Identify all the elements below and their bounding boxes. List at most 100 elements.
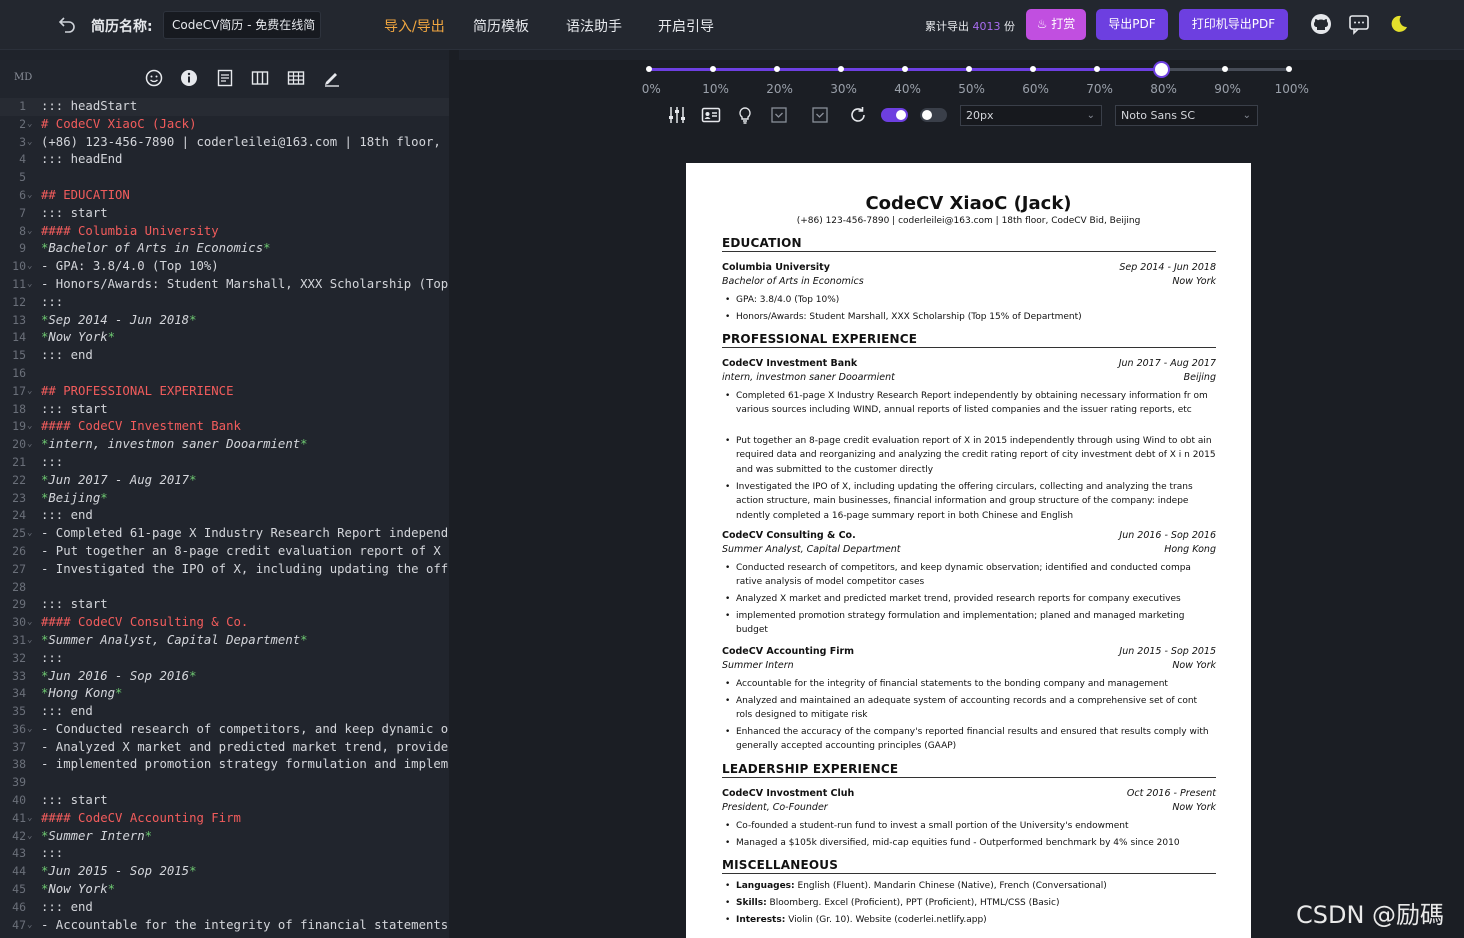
zoom-tick[interactable] bbox=[838, 66, 844, 72]
fold-chevron-icon[interactable]: ⌄ bbox=[27, 810, 32, 828]
code-line[interactable]: 40::: start bbox=[0, 792, 449, 810]
code-line[interactable]: 42 ⌄ *Summer Intern* bbox=[0, 828, 449, 846]
code-line[interactable]: 41 ⌄ #### CodeCV Accounting Firm bbox=[0, 810, 449, 828]
nav-import-export[interactable]: 导入/导出 bbox=[384, 16, 445, 36]
fold-chevron-icon[interactable]: ⌄ bbox=[27, 721, 32, 739]
code-line[interactable]: 15::: end bbox=[0, 347, 449, 365]
code-line[interactable]: 28 bbox=[0, 579, 449, 597]
code-line[interactable]: 47 ⌄ - Accountable for the integrity of fi… bbox=[0, 917, 449, 935]
columns-icon[interactable] bbox=[251, 69, 269, 87]
theme-toggle-on[interactable] bbox=[881, 108, 908, 122]
fold-chevron-icon[interactable]: ⌄ bbox=[27, 828, 32, 846]
export-pdf-button[interactable]: 导出PDF bbox=[1096, 9, 1168, 40]
fold-chevron-icon[interactable]: ⌄ bbox=[27, 187, 32, 205]
back-icon[interactable] bbox=[56, 14, 78, 36]
fold-chevron-icon[interactable]: ⌄ bbox=[27, 134, 32, 152]
fold-chevron-icon[interactable]: ⌄ bbox=[27, 917, 32, 935]
code-line[interactable]: 31 ⌄ *Summer Analyst, Capital Department* bbox=[0, 632, 449, 650]
code-line[interactable]: 3 ⌄ (+86) 123-456-7890 | coderleilei@163.c… bbox=[0, 134, 449, 152]
code-area[interactable]: 1::: headStart 2 ⌄ # CodeCV XiaoC (Jack) 3 ⌄(… bbox=[0, 98, 449, 934]
code-line[interactable]: 8 ⌄ #### Columbia University bbox=[0, 223, 449, 241]
zoom-tick[interactable] bbox=[966, 66, 972, 72]
markdown-editor[interactable]: MD 1::: headStart 2 ⌄ # CodeCV XiaoC (Jack)… bbox=[0, 60, 449, 938]
code-line[interactable]: 45 *Now York* bbox=[0, 881, 449, 899]
code-line[interactable]: 18::: start bbox=[0, 401, 449, 419]
nav-templates[interactable]: 简历模板 bbox=[473, 16, 529, 36]
theme-toggle-off[interactable] bbox=[920, 108, 947, 122]
code-line[interactable]: 32::: bbox=[0, 650, 449, 668]
code-line[interactable]: 23 *Beijing* bbox=[0, 490, 449, 508]
reward-button[interactable]: ♨ 打赏 bbox=[1026, 9, 1086, 40]
code-line[interactable]: 4::: headEnd bbox=[0, 151, 449, 169]
code-line[interactable]: 34 *Hong Kong* bbox=[0, 685, 449, 703]
nav-grammar-helper[interactable]: 语法助手 bbox=[566, 16, 622, 36]
code-line[interactable]: 7::: start bbox=[0, 205, 449, 223]
fold-chevron-icon[interactable]: ⌄ bbox=[27, 116, 32, 134]
code-line[interactable]: 5 bbox=[0, 169, 449, 187]
code-line[interactable]: 24::: end bbox=[0, 507, 449, 525]
code-line[interactable]: 38 - implemented promotion strategy formu… bbox=[0, 756, 449, 774]
id-card-icon[interactable] bbox=[701, 105, 721, 125]
code-line[interactable]: 36 ⌄ - Conducted research of competitors, … bbox=[0, 721, 449, 739]
pane-divider[interactable] bbox=[449, 50, 459, 938]
zoom-tick[interactable] bbox=[1286, 66, 1292, 72]
code-line[interactable]: 22 *Jun 2017 - Aug 2017* bbox=[0, 472, 449, 490]
document-icon[interactable] bbox=[216, 69, 234, 87]
bulb-icon[interactable] bbox=[735, 105, 755, 125]
code-line[interactable]: 9 *Bachelor of Arts in Economics* bbox=[0, 240, 449, 258]
code-line[interactable]: 37 - Analyzed X market and predicted mark… bbox=[0, 739, 449, 757]
code-line[interactable]: 25 ⌄ - Completed 61-page X Industry Resear… bbox=[0, 525, 449, 543]
code-line[interactable]: 30 ⌄ #### CodeCV Consulting & Co. bbox=[0, 614, 449, 632]
fold-chevron-icon[interactable]: ⌄ bbox=[27, 436, 32, 454]
fold-chevron-icon[interactable]: ⌄ bbox=[27, 258, 32, 276]
font-size-select[interactable]: 20px ⌄ bbox=[960, 105, 1102, 126]
code-line[interactable]: 14 *Now York* bbox=[0, 329, 449, 347]
fold-chevron-icon[interactable]: ⌄ bbox=[27, 383, 32, 401]
code-line[interactable]: 10 ⌄ - GPA: 3.8/4.0 (Top 10%) bbox=[0, 258, 449, 276]
zoom-tick[interactable] bbox=[646, 66, 652, 72]
nav-guide[interactable]: 开启引导 bbox=[658, 16, 714, 36]
zoom-tick[interactable] bbox=[710, 66, 716, 72]
emoji-icon[interactable] bbox=[145, 69, 163, 87]
code-line[interactable]: 6 ⌄ ## EDUCATION bbox=[0, 187, 449, 205]
font-family-select[interactable]: Noto Sans SC ⌄ bbox=[1115, 105, 1258, 126]
code-line[interactable]: 13 *Sep 2014 - Jun 2018* bbox=[0, 312, 449, 330]
code-line[interactable]: 19 ⌄ #### CodeCV Investment Bank bbox=[0, 418, 449, 436]
code-line[interactable]: 39 bbox=[0, 774, 449, 792]
fold-chevron-icon[interactable]: ⌄ bbox=[27, 223, 32, 241]
refresh-icon[interactable] bbox=[848, 105, 868, 125]
zoom-tick[interactable] bbox=[902, 66, 908, 72]
code-line[interactable]: 46::: end bbox=[0, 899, 449, 917]
code-line[interactable]: 20 ⌄ *intern, investmon saner Dooarmient* bbox=[0, 436, 449, 454]
code-line[interactable]: 26 - Put together an 8-page credit evalua… bbox=[0, 543, 449, 561]
code-line[interactable]: 44 *Jun 2015 - Sop 2015* bbox=[0, 863, 449, 881]
code-line[interactable]: 33 *Jun 2016 - Sop 2016* bbox=[0, 668, 449, 686]
adjust-icon[interactable] bbox=[667, 105, 687, 125]
zoom-tick[interactable] bbox=[1094, 66, 1100, 72]
print-pdf-button[interactable]: 打印机导出PDF bbox=[1179, 9, 1288, 40]
zoom-slider-thumb[interactable] bbox=[1153, 61, 1170, 78]
code-line[interactable]: 17 ⌄ ## PROFESSIONAL EXPERIENCE bbox=[0, 383, 449, 401]
zoom-tick[interactable] bbox=[1222, 66, 1228, 72]
checkbox-icon[interactable] bbox=[810, 105, 830, 125]
zoom-tick[interactable] bbox=[1030, 66, 1036, 72]
github-icon[interactable] bbox=[1310, 13, 1332, 35]
fold-chevron-icon[interactable]: ⌄ bbox=[27, 632, 32, 650]
fold-chevron-icon[interactable]: ⌄ bbox=[27, 276, 32, 294]
zoom-tick[interactable] bbox=[774, 66, 780, 72]
table-icon[interactable] bbox=[287, 69, 305, 87]
moon-icon[interactable] bbox=[1387, 13, 1409, 35]
code-line[interactable]: 12::: bbox=[0, 294, 449, 312]
code-line[interactable]: 16 bbox=[0, 365, 449, 383]
fold-chevron-icon[interactable]: ⌄ bbox=[27, 614, 32, 632]
pen-icon[interactable] bbox=[323, 69, 341, 87]
fold-chevron-icon[interactable]: ⌄ bbox=[27, 525, 32, 543]
code-line[interactable]: 35::: end bbox=[0, 703, 449, 721]
code-line[interactable]: 2 ⌄ # CodeCV XiaoC (Jack) bbox=[0, 116, 449, 134]
info-icon[interactable] bbox=[180, 69, 198, 87]
fold-chevron-icon[interactable]: ⌄ bbox=[27, 418, 32, 436]
code-line[interactable]: 43::: bbox=[0, 845, 449, 863]
code-line[interactable]: 11 ⌄ - Honors/Awards: Student Marshall, XX… bbox=[0, 276, 449, 294]
resume-name-input[interactable]: CodeCV简历 - 免费在线简 bbox=[163, 11, 321, 39]
code-line[interactable]: 21::: bbox=[0, 454, 449, 472]
